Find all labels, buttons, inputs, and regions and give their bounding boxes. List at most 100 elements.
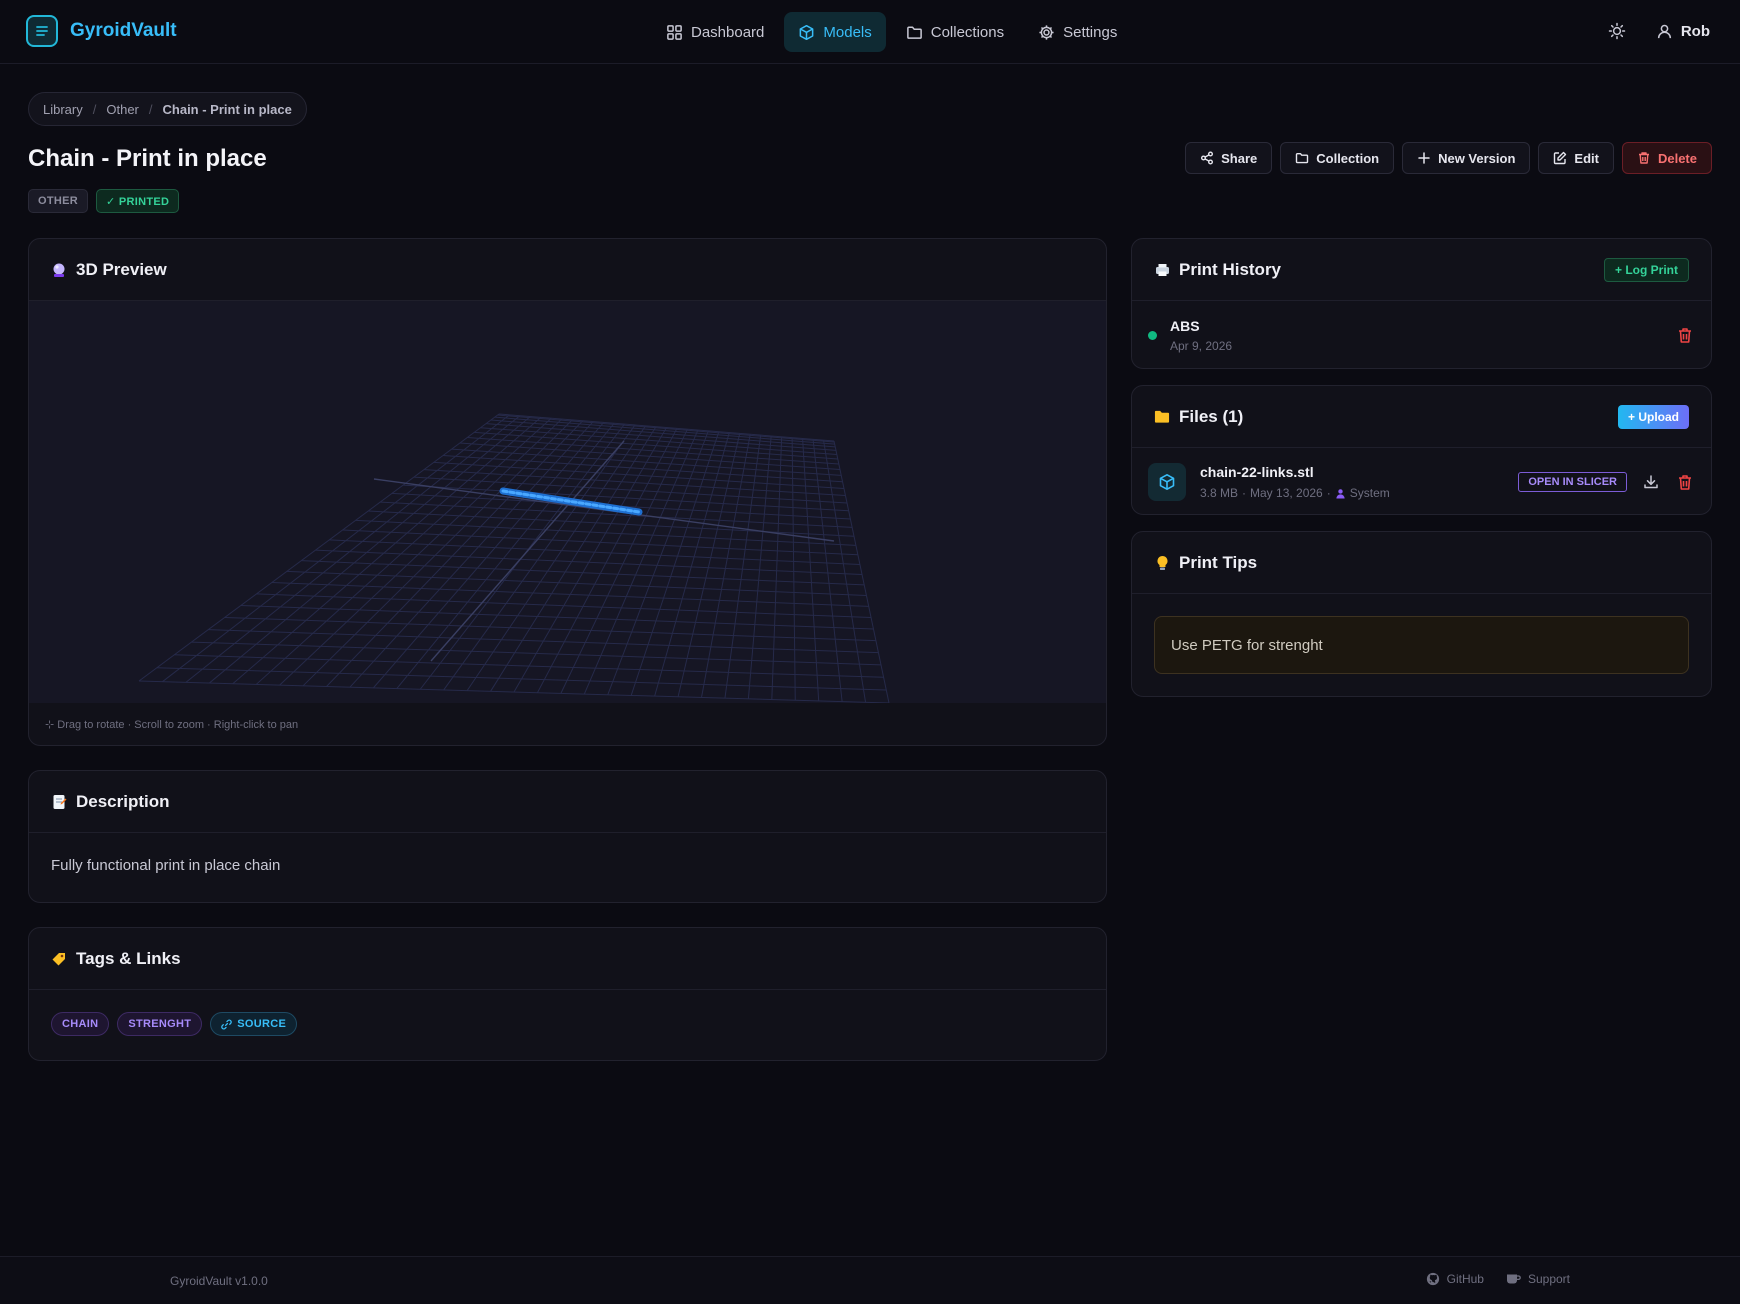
description-text: Fully functional print in place chain	[51, 857, 281, 874]
nav-label: Dashboard	[691, 23, 765, 41]
plus-icon	[1418, 152, 1430, 164]
github-label: GitHub	[1446, 1272, 1484, 1286]
page-title: Chain - Print in place	[28, 145, 267, 172]
support-link[interactable]: Support	[1506, 1272, 1570, 1286]
tag-icon	[51, 951, 67, 967]
github-link[interactable]: GitHub	[1426, 1272, 1484, 1286]
user-icon	[1336, 488, 1345, 499]
nav-collections[interactable]: Collections	[892, 12, 1018, 52]
3d-viewport[interactable]	[29, 301, 1106, 704]
breadcrumb-current: Chain - Print in place	[162, 101, 292, 117]
nav-label: Settings	[1063, 23, 1118, 41]
cube-icon	[1148, 463, 1186, 501]
crystal-ball-icon	[51, 262, 67, 278]
print-material: ABS	[1170, 317, 1200, 334]
share-icon	[1201, 151, 1214, 165]
viewport-hint: ⊹ Drag to rotate · Scroll to zoom · Righ…	[45, 719, 299, 731]
category-badge: OTHER	[28, 189, 88, 213]
app-version: GyroidVault v1.0.0	[170, 1274, 268, 1288]
print-history-card: Print History + Log Print ABS Apr 9, 202…	[1131, 238, 1712, 369]
share-button[interactable]: Share	[1185, 142, 1273, 174]
history-entry: ABS Apr 9, 2026	[1132, 301, 1711, 368]
source-link[interactable]: SOURCE	[210, 1012, 298, 1036]
nav-models[interactable]: Models	[784, 12, 886, 52]
breadcrumb-library[interactable]: Library	[43, 102, 83, 117]
delete-button[interactable]: Delete	[1621, 142, 1712, 174]
delete-file-button[interactable]	[1675, 472, 1695, 492]
tags-header: Tags & Links	[29, 928, 1106, 990]
grid-icon	[667, 24, 682, 40]
file-uploader: System	[1349, 486, 1390, 500]
file-item[interactable]: chain-22-links.stl 3.8 MB · May 13, 2026…	[1132, 448, 1711, 514]
breadcrumb-category[interactable]: Other	[106, 102, 139, 117]
description-header: Description	[29, 771, 1106, 833]
tags-card: Tags & Links CHAIN STRENGHT SOURCE	[28, 927, 1107, 1061]
delete-history-button[interactable]	[1675, 325, 1695, 345]
user-icon	[1657, 24, 1671, 38]
footer: GyroidVault v1.0.0 GitHub Support	[0, 1256, 1740, 1304]
preview-header: 3D Preview	[29, 239, 1106, 301]
nav-label: Collections	[930, 23, 1005, 41]
memo-icon	[51, 794, 67, 810]
nav-dashboard[interactable]: Dashboard	[652, 12, 778, 52]
nav-label: Models	[823, 23, 872, 41]
breadcrumb-separator: /	[148, 101, 153, 117]
file-name: chain-22-links.stl	[1200, 464, 1314, 480]
files-title: Files (1)	[1179, 406, 1244, 426]
description-card: Description Fully functional print in pl…	[28, 770, 1107, 903]
collection-label: Collection	[1316, 150, 1380, 166]
gear-icon	[1039, 24, 1054, 40]
nav-settings[interactable]: Settings	[1024, 12, 1131, 52]
model-actions: Share Collection New Version Edit Delete	[1185, 142, 1712, 174]
breadcrumb-separator: /	[92, 101, 97, 117]
preview-card: 3D Preview ⊹ Drag to rotate · Scroll to …	[28, 238, 1107, 746]
tag-strenght[interactable]: STRENGHT	[117, 1012, 203, 1036]
coffee-icon	[1506, 1274, 1521, 1283]
folder-icon	[1154, 409, 1170, 425]
tags-title: Tags & Links	[76, 948, 181, 968]
tag-chain[interactable]: CHAIN	[51, 1012, 110, 1036]
edit-button[interactable]: Edit	[1538, 142, 1614, 174]
print-tip-text: Use PETG for strenght	[1154, 616, 1689, 674]
trash-icon	[1679, 327, 1691, 343]
print-tips-card: Print Tips Use PETG for strenght	[1131, 531, 1712, 697]
file-meta: 3.8 MB · May 13, 2026 · System	[1200, 486, 1390, 500]
description-title: Description	[76, 791, 170, 811]
brand[interactable]: GyroidVault	[26, 15, 177, 47]
trash-icon	[1638, 152, 1649, 164]
file-size: 3.8 MB	[1200, 486, 1239, 500]
status-dot	[1148, 330, 1157, 340]
printer-icon	[1154, 262, 1170, 278]
share-label: Share	[1221, 150, 1258, 166]
tag-list: CHAIN STRENGHT SOURCE	[29, 990, 1106, 1058]
open-in-slicer-button[interactable]: OPEN IN SLICER	[1518, 472, 1627, 492]
support-label: Support	[1527, 1272, 1570, 1286]
download-icon	[1644, 475, 1658, 489]
trash-icon	[1679, 474, 1691, 490]
delete-label: Delete	[1657, 150, 1697, 166]
collection-button[interactable]: Collection	[1280, 142, 1395, 174]
breadcrumb: Library / Other / Chain - Print in place	[28, 92, 307, 126]
print-history-header: Print History + Log Print	[1132, 239, 1711, 301]
theme-toggle[interactable]	[1604, 18, 1630, 44]
print-date: Apr 9, 2026	[1170, 338, 1233, 353]
print-history-title: Print History	[1179, 259, 1282, 279]
print-tips-header: Print Tips	[1132, 532, 1711, 594]
preview-title: 3D Preview	[76, 259, 167, 279]
status-badge: ✓ PRINTED	[96, 189, 180, 213]
user-menu[interactable]: Rob	[1656, 23, 1710, 40]
print-tips-title: Print Tips	[1179, 552, 1258, 572]
source-label: SOURCE	[237, 1018, 287, 1030]
lightbulb-icon	[1154, 555, 1170, 571]
new-version-button[interactable]: New Version	[1402, 142, 1531, 174]
github-icon	[1426, 1272, 1439, 1286]
folder-icon	[906, 26, 922, 39]
link-icon	[221, 1019, 233, 1029]
list-icon	[26, 15, 58, 47]
footer-links: GitHub Support	[1426, 1272, 1570, 1286]
folder-icon	[1296, 153, 1309, 164]
model-badges: OTHER ✓ PRINTED	[28, 189, 180, 213]
log-print-button[interactable]: + Log Print	[1604, 257, 1689, 282]
download-button[interactable]	[1641, 472, 1661, 492]
upload-button[interactable]: + Upload	[1617, 404, 1689, 429]
